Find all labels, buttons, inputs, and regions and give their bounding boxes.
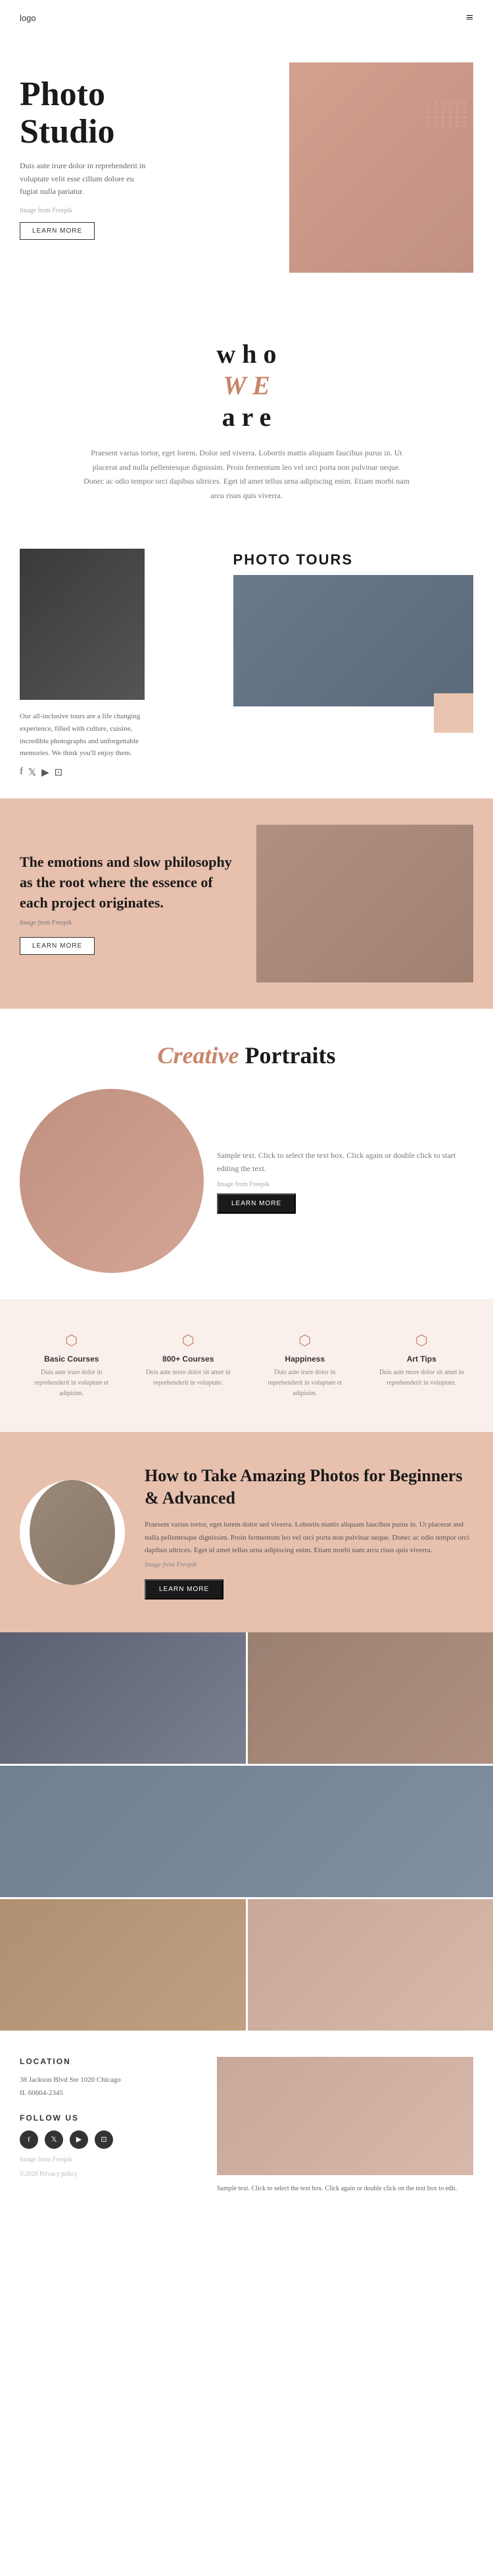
hero-image [289,62,473,273]
howto-man-image [30,1480,115,1585]
feature-art-tips: ⬡ Art Tips Duis aute more dolor sit amet… [364,1319,481,1412]
quote-learn-more-button[interactable]: LEARN MORE [20,937,95,955]
gallery-item-5 [248,1899,493,2031]
hero-section: Photo Studio Duis aute irure dolor in re… [0,36,493,299]
art-tips-title: Art Tips [373,1354,471,1364]
basic-courses-desc: Duis aute irure dolor in reprehenderit i… [23,1368,120,1399]
tours-right-block: PHOTO TOURS [233,549,473,733]
happiness-desc: Duis aute irure dolor in reprehenderit i… [256,1368,354,1399]
footer-social-links: f 𝕏 ▶ ⊡ [20,2130,191,2149]
footer-right-col: Sample text. Click to select the text bo… [217,2057,473,2195]
howto-title: How to Take Amazing Photos for Beginners… [145,1465,473,1509]
features-section: ⬡ Basic Courses Duis aute irure dolor in… [0,1299,493,1432]
hero-image-source: Image from Freepik [20,207,240,214]
happiness-icon: ⬡ [256,1332,354,1349]
feature-happiness: ⬡ Happiness Duis aute irure dolor in rep… [246,1319,364,1412]
quote-text-block: The emotions and slow philosophy as the … [20,852,237,955]
quote-source: Image from Freepik [20,919,237,927]
facebook-icon[interactable]: f [20,766,23,779]
tours-right-accent [434,693,473,733]
hero-learn-more-button[interactable]: LEARN MORE [20,222,95,240]
footer-twitter-icon[interactable]: 𝕏 [45,2130,63,2149]
howto-section: How to Take Amazing Photos for Beginners… [0,1432,493,1632]
gallery-image-3 [0,1766,493,1897]
portraits-description: Sample text. Click to select the text bo… [217,1149,473,1176]
hamburger-icon[interactable]: ≡ [466,11,473,26]
tours-section: Our all-inclusive tours are a life chang… [0,529,493,798]
howto-learn-more-button[interactable]: LEARN MORE [145,1579,223,1599]
who-title: w h o W E a r e [39,338,454,433]
gallery-section [0,1632,493,2031]
portraits-section: Creative Portraits Sample text. Click to… [0,1009,493,1293]
howto-description: Praesent varius tortor, eget lorem dolor… [145,1519,473,1557]
portraits-learn-more-button[interactable]: LEARN MORE [217,1193,296,1214]
advanced-courses-title: 800+ Courses [140,1354,237,1364]
gallery-image-2 [248,1632,493,1764]
basic-courses-icon: ⬡ [23,1332,120,1349]
footer-follow-title: FOLLOW US [20,2113,191,2123]
portraits-title: Creative Portraits [20,1042,473,1069]
feature-advanced-courses: ⬡ 800+ Courses Duis aute more dolor sit … [130,1319,247,1412]
footer: LOCATION 38 Jackson Blvd Ste 1020 Chicag… [0,2031,493,2208]
quote-friends-image [256,825,473,982]
gallery-item-3-wide [0,1766,493,1897]
art-tips-icon: ⬡ [373,1332,471,1349]
hero-title: Photo Studio [20,76,240,150]
howto-source: Image from Freepik [145,1561,473,1569]
howto-text-block: How to Take Amazing Photos for Beginners… [145,1465,473,1599]
portraits-content: Sample text. Click to select the text bo… [20,1089,473,1273]
footer-youtube-icon[interactable]: ▶ [70,2130,88,2149]
logo: logo [20,13,36,23]
hero-image-wrap [253,62,473,273]
footer-location-col: LOCATION 38 Jackson Blvd Ste 1020 Chicag… [20,2057,191,2195]
footer-laptop-image [217,2057,473,2175]
tours-mountain-image [233,575,473,706]
footer-note: Sample text. Click to select the text bo… [217,2183,473,2195]
navigation: logo ≡ [0,0,493,36]
gallery-image-5 [248,1899,493,2031]
gallery-item-4 [0,1899,246,2031]
quote-text: The emotions and slow philosophy as the … [20,852,237,913]
feature-basic-courses: ⬡ Basic Courses Duis aute irure dolor in… [13,1319,130,1412]
quote-section: The emotions and slow philosophy as the … [0,798,493,1009]
tours-description: Our all-inclusive tours are a life chang… [20,710,145,760]
footer-facebook-icon[interactable]: f [20,2130,38,2149]
youtube-icon[interactable]: ▶ [41,766,49,779]
advanced-courses-icon: ⬡ [140,1332,237,1349]
gallery-image-4 [0,1899,246,2031]
twitter-icon[interactable]: 𝕏 [28,766,36,779]
footer-instagram-icon[interactable]: ⊡ [95,2130,113,2149]
tours-social-links: f 𝕏 ▶ ⊡ [20,766,220,779]
howto-avatar-circle [20,1480,125,1585]
advanced-courses-desc: Duis aute more dolor sit amet in reprehe… [140,1368,237,1389]
hero-dots-decoration [427,102,473,148]
who-description: Praesent varius tortor, eget lorem. Dolo… [82,446,411,503]
hero-text-block: Photo Studio Duis aute irure dolor in re… [20,62,253,273]
footer-location-title: LOCATION [20,2057,191,2066]
gallery-item-1 [0,1632,246,1764]
footer-address: 38 Jackson Blvd Ste 1020 Chicago [20,2074,191,2087]
portraits-source: Image from Freepik [217,1181,473,1188]
art-tips-desc: Duis aute more dolor sit amet in reprehe… [373,1368,471,1389]
tours-title: PHOTO TOURS [233,551,473,568]
footer-image-source: Image from Freepik [20,2154,191,2166]
footer-phone: IL 60604-2345 [20,2087,191,2100]
who-section: w h o W E a r e Praesent varius tortor, … [0,299,493,529]
basic-courses-title: Basic Courses [23,1354,120,1364]
portraits-text-block: Sample text. Click to select the text bo… [217,1149,473,1214]
gallery-item-2 [248,1632,493,1764]
instagram-icon[interactable]: ⊡ [55,766,63,779]
tours-phone-image [20,549,145,700]
hero-description: Duis aute irure dolor in reprehenderit i… [20,160,151,198]
happiness-title: Happiness [256,1354,354,1364]
portraits-curly-image [20,1089,204,1273]
footer-copyright: ©2020 Privacy policy [20,2169,191,2180]
gallery-image-1 [0,1632,246,1764]
tours-left-block: Our all-inclusive tours are a life chang… [20,549,220,779]
